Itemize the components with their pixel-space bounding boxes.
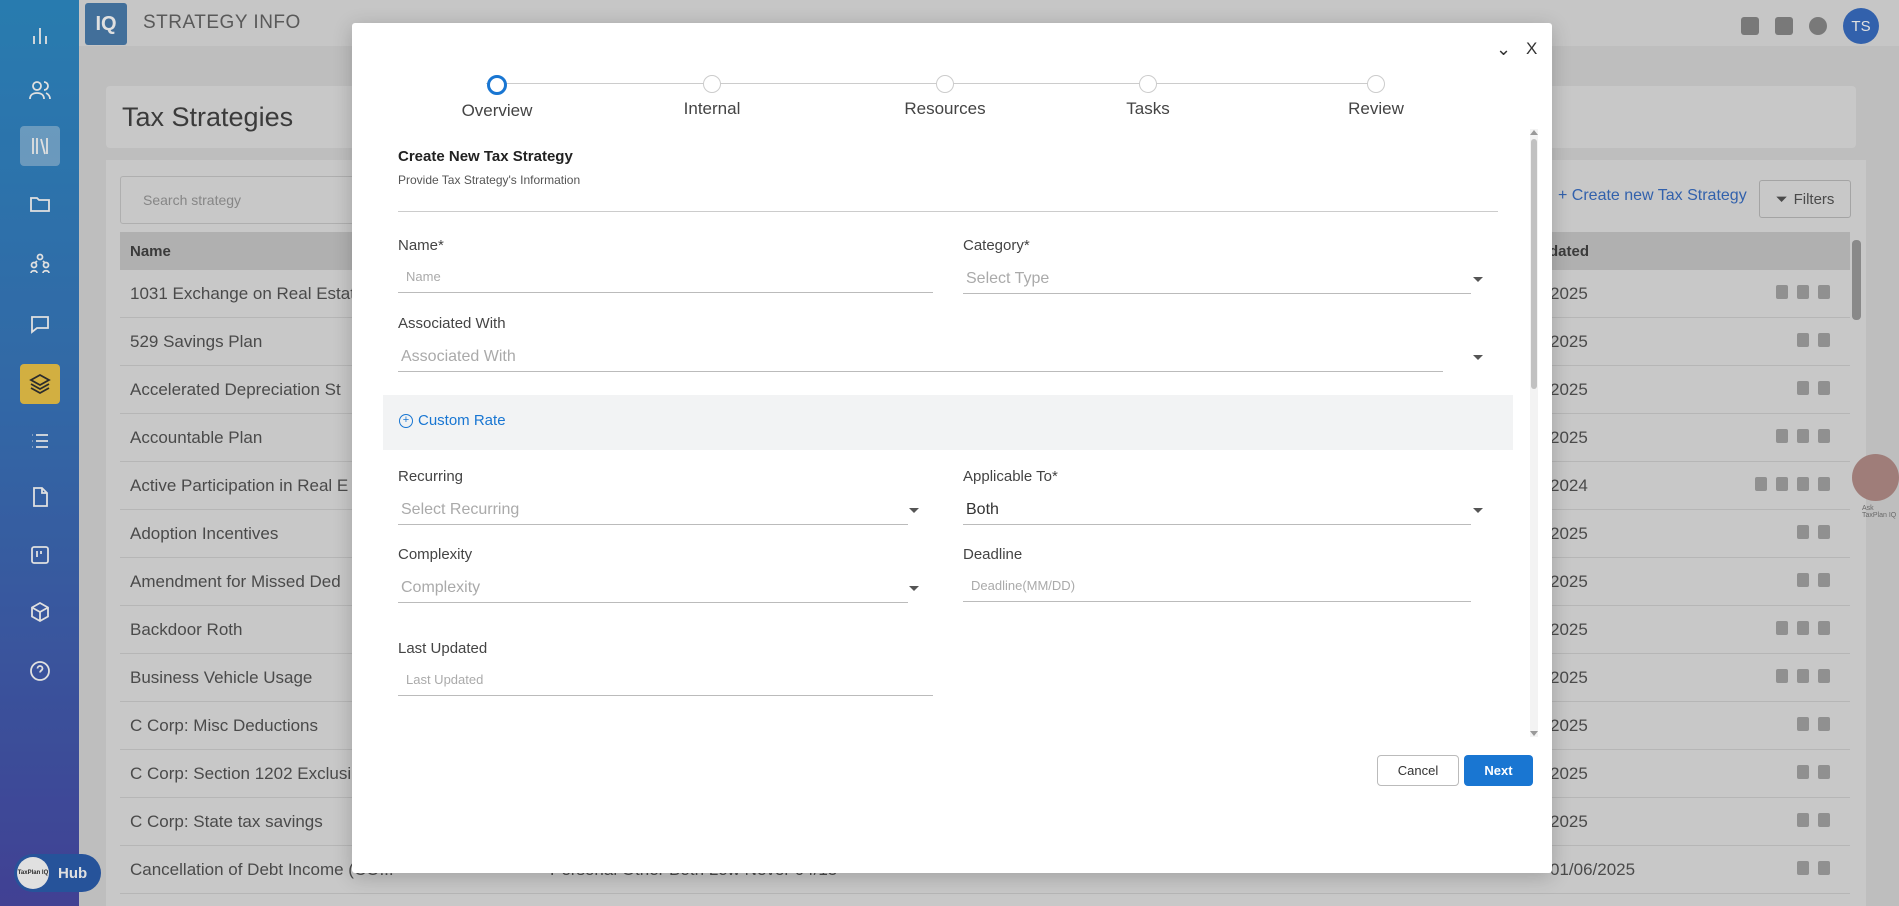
- next-button[interactable]: Next: [1464, 755, 1533, 786]
- category-select[interactable]: Select Type: [963, 264, 1483, 294]
- scrollbar-thumb[interactable]: [1531, 139, 1537, 389]
- name-placeholder: Name: [406, 269, 441, 284]
- deadline-label: Deadline: [963, 546, 1023, 563]
- step-dot: [936, 75, 954, 93]
- step-dot: [1367, 75, 1385, 93]
- modal-title: Create New Tax Strategy: [398, 148, 573, 165]
- step-internal[interactable]: Internal: [612, 75, 812, 119]
- scroll-up-icon[interactable]: [1530, 130, 1538, 135]
- last-updated-input[interactable]: Last Updated: [398, 666, 933, 696]
- step-label: Internal: [683, 99, 741, 118]
- applicable-label: Applicable To*: [963, 468, 1058, 485]
- step-dot: [703, 75, 721, 93]
- name-label: Name*: [398, 237, 444, 254]
- scroll-down-icon[interactable]: [1530, 731, 1538, 736]
- associated-label: Associated With: [398, 315, 506, 332]
- applicable-select[interactable]: Both: [963, 495, 1483, 525]
- step-label: Review: [1348, 99, 1404, 118]
- deadline-input[interactable]: Deadline(MM/DD): [963, 572, 1471, 602]
- last-updated-label: Last Updated: [398, 640, 488, 657]
- chevron-down-icon: [1473, 508, 1483, 513]
- step-resources[interactable]: Resources: [845, 75, 1045, 119]
- step-dot: [1139, 75, 1157, 93]
- recurring-label: Recurring: [398, 468, 464, 485]
- custom-rate-section: + Custom Rate: [383, 395, 1513, 450]
- step-review[interactable]: Review: [1276, 75, 1476, 119]
- chevron-down-icon: [1473, 277, 1483, 282]
- chevron-down-icon: [909, 508, 919, 513]
- modal-subtitle: Provide Tax Strategy's Information: [398, 173, 581, 187]
- category-placeholder: Select Type: [966, 270, 1050, 287]
- last-updated-placeholder: Last Updated: [406, 672, 484, 687]
- step-overview[interactable]: Overview: [397, 75, 597, 121]
- complexity-select[interactable]: Complexity: [398, 573, 919, 603]
- step-label: Tasks: [1126, 99, 1170, 118]
- chevron-down-icon: [1473, 355, 1483, 360]
- complexity-placeholder: Complexity: [401, 579, 481, 596]
- custom-rate-label: Custom Rate: [418, 412, 506, 429]
- create-strategy-modal: ⌄ X Overview Internal Resources Tasks Re…: [352, 23, 1552, 873]
- associated-select[interactable]: Associated With: [398, 342, 1483, 372]
- step-tasks[interactable]: Tasks: [1048, 75, 1248, 119]
- custom-rate-toggle[interactable]: + Custom Rate: [399, 412, 506, 429]
- step-label: Overview: [461, 101, 533, 120]
- modal-scrollbar[interactable]: [1530, 129, 1538, 737]
- chevron-down-icon: [909, 586, 919, 591]
- divider: [398, 211, 1498, 212]
- recurring-select[interactable]: Select Recurring: [398, 495, 919, 525]
- category-label: Category*: [963, 237, 1030, 254]
- applicable-value: Both: [966, 501, 999, 518]
- stepper: Overview Internal Resources Tasks Review: [352, 23, 1552, 143]
- cancel-button[interactable]: Cancel: [1377, 755, 1459, 786]
- name-input[interactable]: Name: [398, 263, 933, 293]
- step-label: Resources: [904, 99, 986, 118]
- associated-placeholder: Associated With: [401, 348, 516, 365]
- plus-circle-icon: +: [399, 413, 413, 428]
- deadline-placeholder: Deadline(MM/DD): [971, 578, 1076, 593]
- step-dot: [487, 75, 507, 95]
- complexity-label: Complexity: [398, 546, 473, 563]
- recurring-placeholder: Select Recurring: [401, 501, 520, 518]
